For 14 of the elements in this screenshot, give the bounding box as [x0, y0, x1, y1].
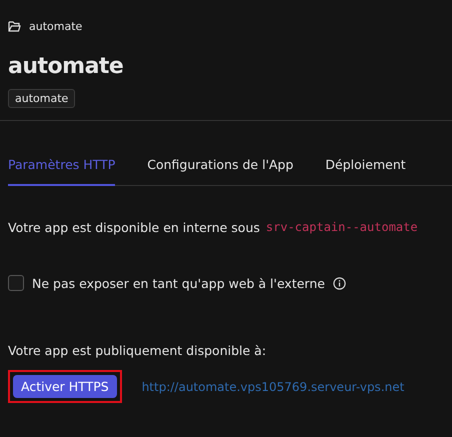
tab[interactable]: Configurations de l'App	[147, 149, 294, 186]
enable-https-button[interactable]: Activer HTTPS	[13, 375, 117, 398]
public-address-text: Votre app est publiquement disponible à:	[8, 343, 268, 358]
tab[interactable]: Déploiement	[325, 149, 406, 186]
folder-icon	[8, 20, 21, 32]
info-icon[interactable]	[332, 276, 346, 290]
checkbox-label: Ne pas exposer en tant qu'app web à l'externe	[32, 276, 325, 290]
internal-hostname: srv-captain--automate	[266, 220, 418, 235]
breadcrumb-item[interactable]: automate	[29, 20, 82, 32]
checkbox[interactable]	[8, 275, 24, 291]
internal-address-text: Votre app est disponible en interne sous	[8, 220, 260, 235]
app-title: automate	[8, 54, 124, 79]
app-tag: automate	[8, 89, 76, 108]
tab[interactable]: Paramètres HTTP	[8, 149, 116, 186]
